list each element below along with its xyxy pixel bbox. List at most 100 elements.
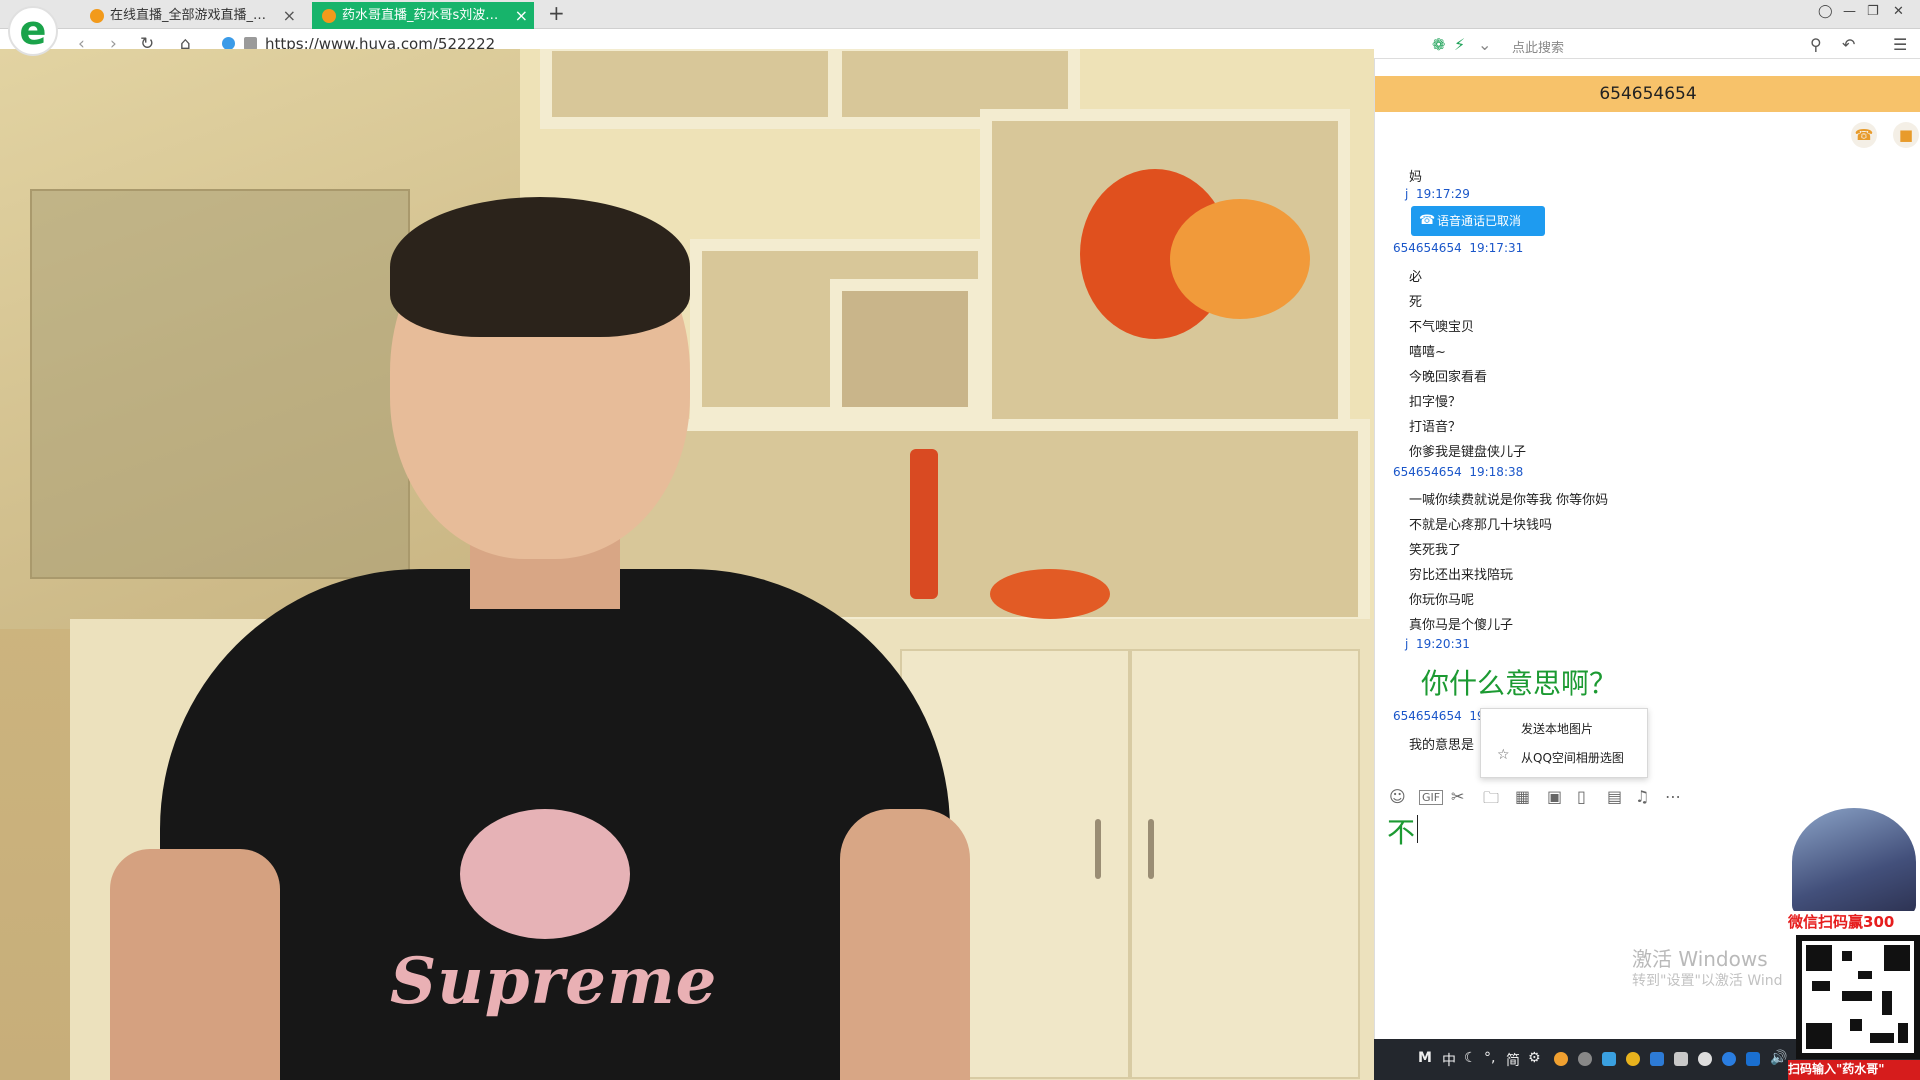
tab-label: 药水哥直播_药水哥s刘波直播间 <box>342 8 525 23</box>
record-icon[interactable] <box>1698 1052 1712 1066</box>
qr-module <box>1812 981 1830 991</box>
qr-module <box>1850 1019 1862 1031</box>
qr-module <box>1858 971 1872 979</box>
wechat-qr-ad[interactable]: 微信扫码赢300 扫码输入"药水哥" <box>1788 808 1920 1080</box>
activation-watermark-sub: 转到"设置"以激活 Wind <box>1632 973 1783 989</box>
tray-app-icon[interactable] <box>1722 1052 1736 1066</box>
activation-watermark: 激活 Windows <box>1632 947 1768 971</box>
ime-simplified[interactable]: 简 <box>1506 1050 1520 1070</box>
message-time: 19:20:31 <box>1415 637 1470 651</box>
moon-icon[interactable]: ☾ <box>1464 1050 1477 1066</box>
screenshot-icon[interactable]: ✂ <box>1451 787 1464 806</box>
video-handle <box>1148 819 1154 879</box>
ad-top-text: 微信扫码赢300 <box>1788 911 1920 933</box>
message-text: 笑死我了 <box>1409 543 1462 558</box>
message-meta: 654654654 19:17:31 <box>1393 241 1523 255</box>
message-text: 死 <box>1409 295 1423 310</box>
message-meta: j 19:20:31 <box>1405 637 1470 651</box>
contact-name[interactable]: 654654654 <box>1599 84 1696 104</box>
star-icon: ☆ <box>1497 747 1510 763</box>
video-toy <box>990 569 1110 619</box>
minimize-icon[interactable]: — <box>1843 4 1856 19</box>
tray-app-icon[interactable] <box>1602 1052 1616 1066</box>
ime-mode[interactable]: M <box>1418 1050 1432 1066</box>
more-icon[interactable]: ⋯ <box>1665 787 1681 806</box>
browser-logo-icon[interactable]: e <box>8 6 58 56</box>
message-text: 我的意思是 <box>1409 738 1475 753</box>
emoji-icon[interactable]: ☺ <box>1389 787 1406 806</box>
gif-icon[interactable]: GIF <box>1419 790 1444 805</box>
dropdown-icon[interactable]: ⌄ <box>1478 35 1491 54</box>
text-caret <box>1417 815 1418 843</box>
message-meta: j 19:17:29 <box>1405 187 1470 201</box>
close-window-icon[interactable]: ✕ <box>1893 4 1904 19</box>
settings-icon[interactable]: ⚙ <box>1528 1050 1541 1066</box>
folder-icon[interactable]: 🗀 <box>1483 787 1499 814</box>
tray-app-icon[interactable] <box>1626 1052 1640 1066</box>
qq-tray-icon[interactable] <box>1746 1052 1760 1066</box>
message-text: 打语音？ <box>1409 420 1462 435</box>
volume-icon[interactable]: 🔊 <box>1770 1050 1787 1066</box>
lightning-icon[interactable]: ⚡ <box>1454 35 1465 54</box>
voice-call-icon[interactable]: ☎ <box>1851 122 1877 148</box>
new-tab-button[interactable]: + <box>548 0 565 27</box>
video-call-icon[interactable]: ■ <box>1893 122 1919 148</box>
video-person-hair <box>390 197 690 337</box>
shake-icon[interactable]: ▯ <box>1577 787 1586 806</box>
tray-app-icon[interactable] <box>1578 1052 1592 1066</box>
message-input[interactable]: 不 <box>1387 811 1415 851</box>
ad-character-art <box>1792 808 1916 916</box>
tab-game-live[interactable]: 在线直播_全部游戏直播_网络游 × <box>80 2 302 29</box>
qr-module <box>1870 1033 1894 1043</box>
video-glass-cabinet <box>30 189 410 579</box>
search-icon[interactable]: ⚲ <box>1810 35 1822 54</box>
punct-icon[interactable]: °, <box>1484 1050 1495 1066</box>
message-text: 不就是心疼那几十块钱吗 <box>1409 518 1553 533</box>
huya-tab-icon <box>90 9 104 23</box>
qr-code[interactable] <box>1796 935 1920 1059</box>
qr-module <box>1842 991 1872 1001</box>
extension-icon[interactable]: ❁ <box>1432 35 1445 54</box>
huya-tray-icon[interactable] <box>1554 1052 1568 1066</box>
qr-finder <box>1884 945 1910 971</box>
message-time: 19:18:38 <box>1469 465 1524 479</box>
chat-title: 654654654 <box>1375 76 1920 112</box>
search-input[interactable]: 点此搜索 <box>1512 37 1564 56</box>
music-icon[interactable]: ♫ <box>1635 787 1649 806</box>
send-local-image-item[interactable]: 发送本地图片 <box>1521 720 1593 737</box>
tab-yaoshuige-live[interactable]: 药水哥直播_药水哥s刘波直播间 × <box>312 2 534 29</box>
doc-icon[interactable]: ▤ <box>1607 787 1622 806</box>
huya-tab-icon <box>322 9 336 23</box>
skin-icon[interactable]: ◯ <box>1818 4 1833 19</box>
undo-icon[interactable]: ↶ <box>1842 35 1855 54</box>
qr-module <box>1882 991 1892 1015</box>
image-context-menu: 发送本地图片 ☆ 从QQ空间相册选图 <box>1480 708 1648 778</box>
menu-icon[interactable]: ☰ <box>1893 35 1907 54</box>
video-bottle <box>910 449 938 599</box>
qzone-album-item[interactable]: 从QQ空间相册选图 <box>1521 749 1624 766</box>
message-text: 今晚回家看看 <box>1409 370 1488 385</box>
message-meta: 654654654 19: <box>1393 709 1489 723</box>
video-toy <box>1170 199 1310 319</box>
video-cabinet-door <box>1130 649 1360 1079</box>
browser-tab-bar: e 在线直播_全部游戏直播_网络游 × 药水哥直播_药水哥s刘波直播间 × + … <box>0 0 1920 56</box>
tray-app-icon[interactable] <box>1650 1052 1664 1066</box>
restore-icon[interactable]: ❐ <box>1867 4 1879 19</box>
close-tab-icon[interactable]: × <box>515 2 528 29</box>
display-icon[interactable] <box>1674 1052 1688 1066</box>
message-meta: 654654654 19:18:38 <box>1393 465 1523 479</box>
message-time: 19:17:29 <box>1415 187 1470 201</box>
message-time: 19:17:31 <box>1469 241 1524 255</box>
voice-call-cancelled-card[interactable]: 语音通话已取消 <box>1411 206 1545 236</box>
ime-chinese[interactable]: 中 <box>1442 1050 1456 1070</box>
qr-finder <box>1806 945 1832 971</box>
live-video[interactable]: Supreme <box>0 49 1374 1080</box>
qr-module <box>1842 951 1852 961</box>
sender-name: 654654654 <box>1393 709 1462 723</box>
image-icon[interactable]: ▣ <box>1547 787 1562 806</box>
sender-name: 654654654 <box>1393 465 1462 479</box>
message-text: 一喊你续费就说是你等我 你等你妈 <box>1409 493 1609 508</box>
close-tab-icon[interactable]: × <box>283 2 296 29</box>
sender-name: 654654654 <box>1393 241 1462 255</box>
apps-icon[interactable]: ▦ <box>1515 787 1530 806</box>
